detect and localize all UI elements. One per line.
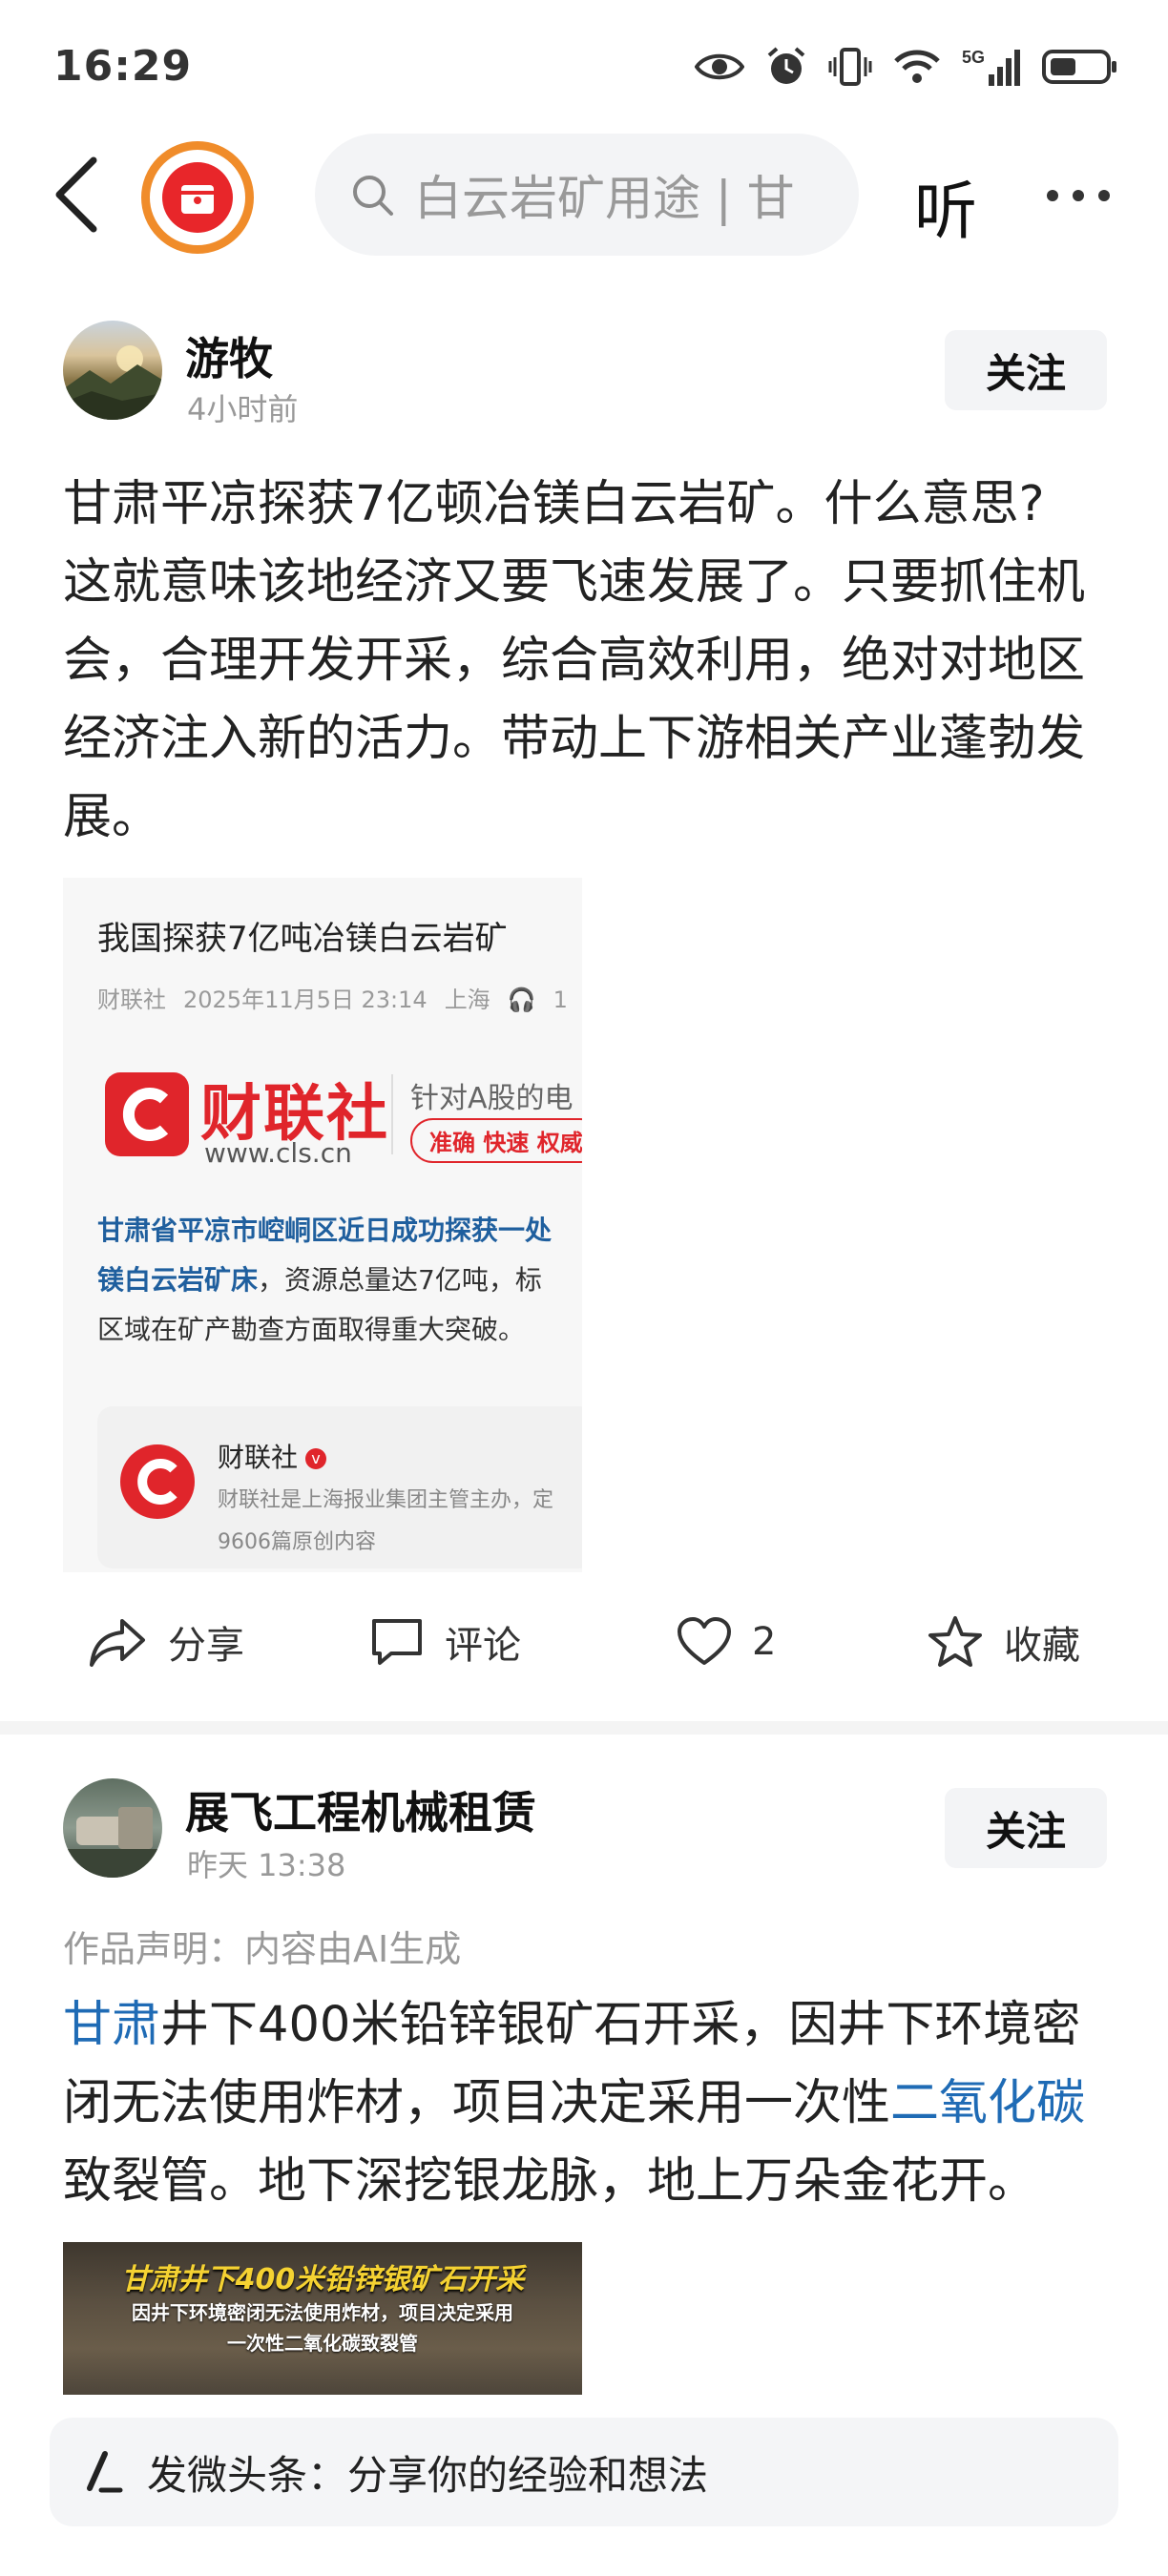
- source-logo-icon: [120, 1444, 195, 1519]
- post-text-line: 致裂管。地下深挖银龙脉，地上万朵金花开。: [63, 2153, 1037, 2210]
- follow-button[interactable]: 关注: [945, 330, 1107, 410]
- topic-link[interactable]: 甘肃: [63, 1997, 160, 2053]
- avatar-image: [63, 1807, 162, 1878]
- post-text[interactable]: 甘肃平凉探获7亿顿冶镁白云岩矿。什么意思? 这就意味该地经济又要飞速发展了。只要…: [63, 466, 1113, 857]
- follow-button[interactable]: 关注: [945, 1788, 1107, 1868]
- thumb-subtitle-2: 一次性二氧化碳致裂管: [227, 2332, 418, 2355]
- search-box[interactable]: 白云岩矿用途 | 甘: [315, 134, 859, 256]
- card-highlight: 甘肃省平凉市崆峒区近日成功探获一处: [97, 1215, 553, 1246]
- like-count: 2: [752, 1620, 777, 1664]
- card-meta: 财联社 2025年11月5日 23:14 上海 🎧 1: [97, 981, 582, 1014]
- post-text-span: 闭无法使用炸材，项目决定采用一次性: [63, 2075, 891, 2131]
- cls-url: www.cls.cn: [204, 1137, 352, 1169]
- post-text[interactable]: 甘肃井下400米铅锌银矿石开采，因井下环境密 闭无法使用炸材，项目决定采用一次性…: [63, 1986, 1113, 2221]
- avatar[interactable]: [63, 1778, 162, 1878]
- search-icon: [353, 176, 393, 216]
- vibrate-icon: [828, 48, 872, 86]
- heart-icon: [678, 1617, 731, 1665]
- cls-logo-icon: [105, 1072, 189, 1156]
- eye-icon: [695, 53, 744, 80]
- toutiao-logo[interactable]: [141, 141, 254, 254]
- avatar-image: [63, 345, 162, 420]
- post-text-line: 经济注入新的活力。带动上下游相关产业蓬勃发: [63, 711, 1086, 767]
- card-listen-count: 1: [553, 987, 568, 1013]
- logo-glyph-icon: [181, 185, 214, 214]
- comment-label: 评论: [445, 1624, 521, 1668]
- cls-slogan: 针对A股的电: [410, 1082, 574, 1115]
- thumb-subtitle: 因井下环境密闭无法使用炸材，项目决定采用: [132, 2301, 513, 2324]
- source-box: 财联社 v 财联社是上海报业集团主管主办，定 9606篇原创内容: [97, 1406, 582, 1568]
- share-label: 分享: [168, 1624, 244, 1668]
- pen-icon: [87, 2451, 123, 2493]
- card-location: 上海: [444, 987, 490, 1013]
- listen-button[interactable]: 听: [914, 160, 977, 252]
- signal-5g-icon: 5G: [962, 48, 1020, 86]
- share-button[interactable]: 分享: [88, 1609, 244, 1675]
- card-highlight-link[interactable]: 镁白云岩矿床: [97, 1264, 258, 1296]
- post-input-bar[interactable]: 发微头条：分享你的经验和想法: [50, 2418, 1118, 2526]
- share-icon: [90, 1619, 145, 1667]
- article-card[interactable]: 我国探获7亿吨冶镁白云岩矿 财联社 2025年11月5日 23:14 上海 🎧 1 财联…: [63, 878, 582, 1572]
- post-text-line: 这就意味该地经济又要飞速发展了。只要抓住机: [63, 554, 1086, 611]
- source-count: 9606篇原创内容: [218, 1530, 376, 1554]
- favorite-label: 收藏: [1004, 1624, 1080, 1668]
- post-text-span: 井下400米铅锌银矿石开采，因井下环境密: [160, 1997, 1081, 2053]
- thumb-title: 甘肃井下400米铅锌银矿石开采: [120, 2263, 525, 2296]
- ai-disclaimer: 作品声明：内容由AI生成: [63, 1928, 462, 1970]
- verified-icon: v: [305, 1448, 327, 1469]
- comment-icon: [372, 1619, 422, 1665]
- post-text-line: 闭无法使用炸材，项目决定采用一次性二氧化碳: [63, 2065, 1113, 2143]
- card-body-text: ，资源总量达7亿吨，标: [258, 1264, 542, 1296]
- card-title: 我国探获7亿吨冶镁白云岩矿: [97, 920, 508, 958]
- card-source: 财联社: [97, 987, 166, 1013]
- post-text-line: 展。: [63, 789, 161, 845]
- alarm-icon: [767, 47, 805, 84]
- card-body: 镁白云岩矿床，资源总量达7亿吨，标: [97, 1256, 542, 1305]
- cls-tag: 准确 快速 权威: [410, 1118, 582, 1163]
- source-desc: 财联社是上海报业集团主管主办，定: [218, 1488, 554, 1512]
- status-time: 16:29: [53, 42, 193, 91]
- source-name-text: 财联社: [218, 1442, 299, 1473]
- post-time: 昨天 13:38: [187, 1847, 346, 1883]
- wifi-icon: [894, 50, 940, 83]
- avatar[interactable]: [63, 321, 162, 420]
- star-icon: [928, 1616, 982, 1667]
- card-datetime: 2025年11月5日 23:14: [183, 987, 428, 1013]
- source-name: 财联社 v: [218, 1437, 327, 1475]
- post-text-line: 甘肃井下400米铅锌银矿石开采，因井下环境密: [63, 1986, 1113, 2065]
- post-time: 4小时前: [187, 391, 299, 427]
- card-body-line2: 区域在矿产勘查方面取得重大突破。: [97, 1314, 526, 1345]
- headphone-icon: 🎧: [507, 987, 536, 1013]
- logo-mark: [162, 162, 233, 233]
- post-text-line: 会，合理开发开采，综合高效利用，绝对对地区: [63, 633, 1086, 689]
- battery-icon: [1042, 50, 1116, 84]
- author-name[interactable]: 展飞工程机械租赁: [185, 1778, 536, 1841]
- back-icon[interactable]: [50, 155, 103, 235]
- post-input-placeholder: 发微头条：分享你的经验和想法: [147, 2451, 709, 2499]
- section-divider: [0, 1721, 1168, 1735]
- author-name[interactable]: 游牧: [185, 324, 273, 387]
- svg-text:5G: 5G: [962, 48, 985, 67]
- like-button[interactable]: 2: [678, 1609, 776, 1675]
- topic-link[interactable]: 二氧化碳: [890, 2075, 1085, 2131]
- search-placeholder: 白云岩矿用途 | 甘: [414, 171, 795, 226]
- divider: [391, 1074, 393, 1154]
- status-icons: 5G: [695, 38, 1118, 95]
- more-icon[interactable]: [1044, 187, 1113, 204]
- comment-button[interactable]: 评论: [370, 1609, 521, 1675]
- post-text-line: 甘肃平凉探获7亿顿冶镁白云岩矿。什么意思?: [63, 476, 1045, 532]
- favorite-button[interactable]: 收藏: [928, 1609, 1080, 1675]
- video-thumbnail[interactable]: 甘肃井下400米铅锌银矿石开采 因井下环境密闭无法使用炸材，项目决定采用 一次性…: [63, 2242, 582, 2395]
